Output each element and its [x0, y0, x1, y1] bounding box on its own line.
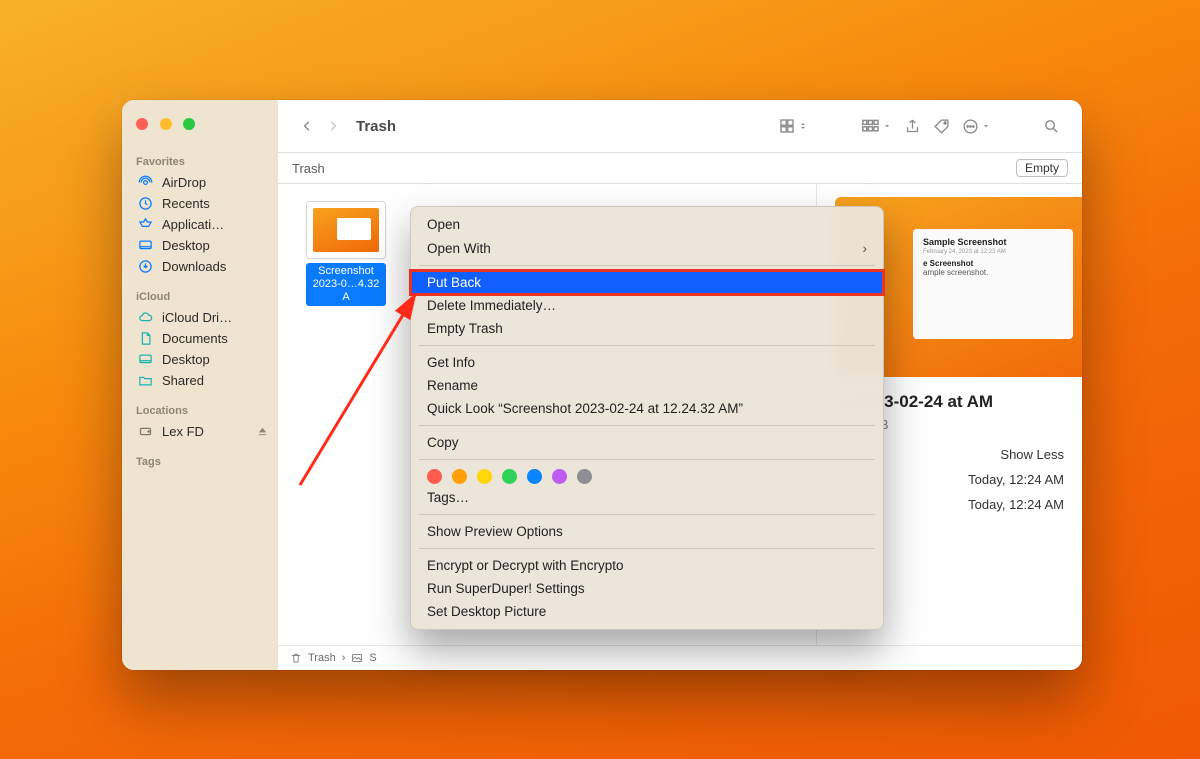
sidebar-item-icloud-desktop[interactable]: Desktop: [122, 349, 278, 370]
sidebar-header-favorites: Favorites: [136, 156, 278, 168]
view-icons-button[interactable]: [772, 111, 814, 141]
sidebar-item-recents[interactable]: Recents: [122, 193, 278, 214]
menu-item-label: Put Back: [427, 275, 481, 290]
menu-item[interactable]: Open With ›: [411, 236, 883, 260]
menu-item[interactable]: Get Info: [411, 351, 883, 374]
menu-separator: [419, 548, 875, 549]
menu-item[interactable]: Copy: [411, 431, 883, 454]
file-thumbnail: [306, 201, 386, 259]
menu-item-label: Copy: [427, 435, 459, 450]
file-item[interactable]: Screenshot 2023-0…4.32 A: [306, 201, 386, 306]
window-controls: [136, 118, 203, 133]
menu-item-label: Rename: [427, 378, 478, 393]
clock-icon: [136, 196, 154, 211]
tag-color-dot[interactable]: [477, 469, 492, 484]
menu-item[interactable]: Open: [411, 213, 883, 236]
menu-item[interactable]: Show Preview Options: [411, 520, 883, 543]
menu-item-label: Set Desktop Picture: [427, 604, 546, 619]
menu-item-label: Quick Look “Screenshot 2023-02-24 at 12.…: [427, 401, 743, 416]
menu-item-label: Get Info: [427, 355, 475, 370]
zoom-window-button[interactable]: [183, 118, 195, 130]
eject-icon[interactable]: [257, 426, 268, 437]
toolbar: Trash: [278, 100, 1082, 152]
forward-button[interactable]: [320, 113, 346, 139]
sidebar-item-downloads[interactable]: Downloads: [122, 256, 278, 277]
downloads-icon: [136, 259, 154, 274]
menu-item[interactable]: Quick Look “Screenshot 2023-02-24 at 12.…: [411, 397, 883, 420]
menu-item[interactable]: Put Back: [411, 271, 883, 294]
menu-separator: [419, 345, 875, 346]
location-bar: Trash Empty: [278, 152, 1082, 184]
menu-item[interactable]: Empty Trash: [411, 317, 883, 340]
menu-item[interactable]: Delete Immediately…: [411, 294, 883, 317]
search-button[interactable]: [1037, 112, 1066, 141]
file-label: Screenshot 2023-0…4.32 A: [306, 263, 386, 306]
sidebar-item-documents[interactable]: Documents: [122, 328, 278, 349]
menu-separator: [419, 265, 875, 266]
sidebar-item-icloud-drive[interactable]: iCloud Dri…: [122, 307, 278, 328]
documents-icon: [136, 331, 154, 346]
disk-icon: [136, 424, 154, 439]
menu-separator: [419, 514, 875, 515]
back-button[interactable]: [294, 113, 320, 139]
tag-color-dot[interactable]: [427, 469, 442, 484]
show-less-link[interactable]: Show Less: [1000, 447, 1064, 462]
menu-item[interactable]: Rename: [411, 374, 883, 397]
menu-item-label: Delete Immediately…: [427, 298, 556, 313]
location-title: Trash: [292, 161, 325, 176]
menu-item-label: Encrypt or Decrypt with Encrypto: [427, 558, 624, 573]
context-menu[interactable]: Open Open With › Put Back Delete Immediately…: [410, 206, 884, 630]
tags-button[interactable]: [927, 112, 956, 141]
tag-color-dot[interactable]: [552, 469, 567, 484]
window-title: Trash: [356, 118, 396, 135]
sidebar-item-desktop[interactable]: Desktop: [122, 235, 278, 256]
sidebar-item-volume[interactable]: Lex FD: [122, 421, 278, 442]
trash-icon: [290, 652, 302, 664]
tag-color-dot[interactable]: [502, 469, 517, 484]
tag-color-dot[interactable]: [527, 469, 542, 484]
empty-trash-button[interactable]: Empty: [1016, 159, 1068, 177]
sidebar-item-airdrop[interactable]: AirDrop: [122, 172, 278, 193]
tag-color-dot[interactable]: [452, 469, 467, 484]
menu-item[interactable]: Encrypt or Decrypt with Encrypto: [411, 554, 883, 577]
sidebar-item-applications[interactable]: Applicati…: [122, 214, 278, 235]
group-button[interactable]: [854, 112, 898, 140]
menu-separator: [419, 459, 875, 460]
sidebar-header-locations: Locations: [136, 405, 278, 417]
more-button[interactable]: [956, 112, 997, 141]
path-bar[interactable]: Trash › S: [278, 645, 1082, 670]
menu-item[interactable]: Set Desktop Picture: [411, 600, 883, 623]
airdrop-icon: [136, 175, 154, 190]
sidebar-header-tags: Tags: [136, 456, 278, 468]
sidebar-item-shared[interactable]: Shared: [122, 370, 278, 391]
share-button[interactable]: [898, 112, 927, 141]
close-window-button[interactable]: [136, 118, 148, 130]
menu-item-label: Show Preview Options: [427, 524, 563, 539]
chevron-right-icon: ›: [862, 240, 867, 256]
shared-folder-icon: [136, 373, 154, 388]
menu-item[interactable]: Run SuperDuper! Settings: [411, 577, 883, 600]
image-icon: [351, 652, 363, 664]
menu-item-label: Run SuperDuper! Settings: [427, 581, 585, 596]
menu-item-label: Open With: [427, 241, 491, 256]
sidebar: Favorites AirDrop Recents Applicati… Des…: [122, 100, 279, 670]
cloud-icon: [136, 310, 154, 325]
menu-tag-colors[interactable]: [411, 465, 883, 486]
preview-created: Today, 12:24 AM: [968, 472, 1064, 487]
desktop-icon: [136, 352, 154, 367]
preview-modified: Today, 12:24 AM: [968, 497, 1064, 512]
tag-color-dot[interactable]: [577, 469, 592, 484]
menu-item-label: Empty Trash: [427, 321, 503, 336]
menu-item-label: Tags…: [427, 490, 469, 505]
desktop-icon: [136, 238, 154, 253]
minimize-window-button[interactable]: [160, 118, 172, 130]
menu-separator: [419, 425, 875, 426]
menu-item[interactable]: Tags…: [411, 486, 883, 509]
menu-item-label: Open: [427, 217, 460, 232]
applications-icon: [136, 217, 154, 232]
sidebar-header-icloud: iCloud: [136, 291, 278, 303]
